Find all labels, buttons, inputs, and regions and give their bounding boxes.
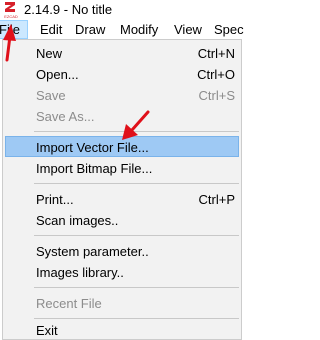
menu-separator — [34, 318, 239, 319]
file-dropdown-menu: New Ctrl+N Open... Ctrl+O Save Ctrl+S Sa… — [2, 39, 242, 340]
menu-item-label: Scan images.. — [36, 213, 119, 228]
menu-spec[interactable]: Spec — [210, 20, 248, 39]
menu-item-save-as[interactable]: Save As... — [5, 106, 239, 127]
menu-item-recent-file[interactable]: Recent File — [5, 293, 239, 314]
menu-item-import-vector-file[interactable]: Import Vector File... — [5, 136, 239, 157]
menu-file[interactable]: File — [0, 20, 28, 39]
menu-item-import-bitmap-file[interactable]: Import Bitmap File... — [5, 158, 239, 179]
menu-item-exit[interactable]: Exit — [5, 320, 239, 339]
menu-item-images-library[interactable]: Images library.. — [5, 262, 239, 283]
menu-item-shortcut: Ctrl+S — [198, 88, 235, 103]
menu-item-label: New — [36, 46, 63, 61]
menu-bar: File Edit Draw Modify View Spec — [0, 20, 244, 39]
menu-separator — [34, 183, 239, 184]
menu-item-shortcut: Ctrl+P — [198, 192, 235, 207]
menu-item-new[interactable]: New Ctrl+N — [5, 43, 239, 64]
menu-item-shortcut: Ctrl+N — [197, 46, 235, 61]
menu-item-system-parameter[interactable]: System parameter.. — [5, 241, 239, 262]
menu-draw[interactable]: Draw — [71, 20, 109, 39]
menu-item-save[interactable]: Save Ctrl+S — [5, 85, 239, 106]
menu-item-print[interactable]: Print... Ctrl+P — [5, 189, 239, 210]
menu-item-open[interactable]: Open... Ctrl+O — [5, 64, 239, 85]
menu-item-label: Open... — [36, 67, 79, 82]
menu-separator — [34, 287, 239, 288]
svg-text:EZCAD: EZCAD — [4, 14, 18, 19]
menu-item-label: Import Vector File... — [36, 140, 149, 155]
menu-item-label: Save As... — [36, 109, 95, 124]
menu-item-label: Save — [36, 88, 66, 103]
menu-item-scan-images[interactable]: Scan images.. — [5, 210, 239, 231]
menu-view[interactable]: View — [170, 20, 206, 39]
menu-edit[interactable]: Edit — [36, 20, 66, 39]
menu-item-label: Exit — [36, 323, 58, 338]
menu-separator — [34, 235, 239, 236]
menu-modify[interactable]: Modify — [116, 20, 162, 39]
menu-item-label: Print... — [36, 192, 74, 207]
menu-item-label: Images library.. — [36, 265, 124, 280]
ezcad-logo-icon: EZCAD — [3, 2, 19, 19]
menu-separator — [34, 131, 239, 132]
title-bar: EZCAD 2.14.9 - No title — [0, 0, 244, 20]
menu-item-label: System parameter.. — [36, 244, 149, 259]
menu-item-label: Recent File — [36, 296, 102, 311]
menu-item-label: Import Bitmap File... — [36, 161, 153, 176]
menu-item-shortcut: Ctrl+O — [197, 67, 235, 82]
window-title: 2.14.9 - No title — [24, 2, 113, 17]
